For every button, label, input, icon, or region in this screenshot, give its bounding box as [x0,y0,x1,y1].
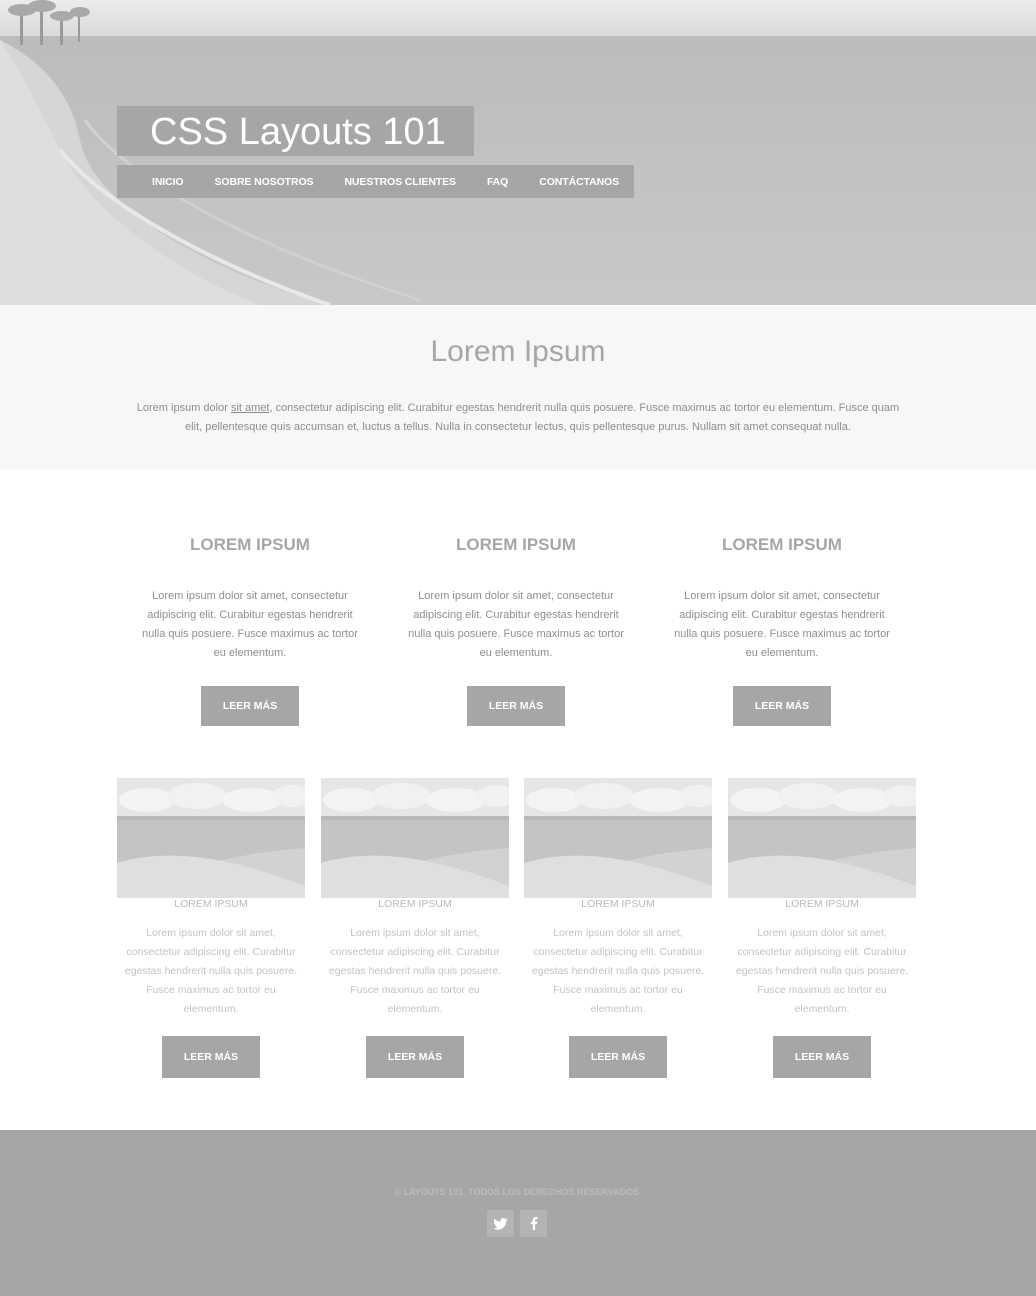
feature-text: Lorem ipsum dolor sit amet, consectetur … [142,590,358,659]
main-nav: INICIO SOBRE NOSOTROS NUESTROS CLIENTES … [117,165,634,198]
intro-text-start: Lorem ipsum dolor [136,402,231,414]
nav-item-nuestros-clientes[interactable]: NUESTROS CLIENTES [344,176,456,188]
site-logo[interactable]: CSS Layouts 101 [150,110,446,154]
leer-mas-button[interactable]: LEER MÁS [162,1036,260,1078]
card-text: Lorem ipsum dolor sit amet, consectetur … [735,927,909,1015]
card-text: Lorem ipsum dolor sit amet, consectetur … [124,927,298,1015]
hero-banner: CSS Layouts 101 INICIO SOBRE NOSOTROS NU… [0,0,1036,305]
feature-text: Lorem ipsum dolor sit amet, consectetur … [674,590,890,659]
twitter-icon [493,1217,508,1230]
feature-title: LOREM IPSUM [456,535,576,554]
leer-mas-button[interactable]: LEER MÁS [366,1036,464,1078]
logo-box: CSS Layouts 101 [117,106,474,156]
leer-mas-button[interactable]: LEER MÁS [733,686,831,726]
intro-paragraph: Lorem ipsum dolor sit amet, consectetur … [130,399,906,437]
leer-mas-button[interactable]: LEER MÁS [773,1036,871,1078]
card-2: LOREM IPSUM Lorem ipsum dolor sit amet, … [321,778,509,1078]
card-title: LOREM IPSUM [378,898,452,910]
beach-thumbnail-image [117,778,305,898]
leer-mas-button[interactable]: LEER MÁS [467,686,565,726]
beach-thumbnail-image [524,778,712,898]
card-text: Lorem ipsum dolor sit amet, consectetur … [328,927,502,1015]
feature-title: LOREM IPSUM [190,535,310,554]
card-3: LOREM IPSUM Lorem ipsum dolor sit amet, … [524,778,712,1078]
nav-item-sobre-nosotros[interactable]: SOBRE NOSOTROS [215,176,314,188]
intro-text-end: , consectetur adipiscing elit. Curabitur… [185,402,900,433]
intro-link[interactable]: sit amet [231,402,270,414]
footer: © LAYOUTS 101. TODOS LOS DERECHOS RESERV… [0,1130,1036,1296]
footer-copyright: © LAYOUTS 101. TODOS LOS DERECHOS RESERV… [394,1187,642,1197]
leer-mas-button[interactable]: LEER MÁS [569,1036,667,1078]
beach-thumbnail-image [321,778,509,898]
card-title: LOREM IPSUM [581,898,655,910]
feature-column-1: LOREM IPSUM Lorem ipsum dolor sit amet, … [140,535,360,726]
nav-item-contactanos[interactable]: CONTÁCTANOS [539,176,619,188]
feature-text: Lorem ipsum dolor sit amet, consectetur … [408,590,624,659]
nav-item-faq[interactable]: FAQ [487,176,508,188]
facebook-icon [530,1217,537,1230]
card-title: LOREM IPSUM [785,898,859,910]
feature-column-2: LOREM IPSUM Lorem ipsum dolor sit amet, … [406,535,626,726]
twitter-button[interactable] [487,1210,514,1237]
facebook-button[interactable] [520,1210,547,1237]
intro-section: Lorem Ipsum Lorem ipsum dolor sit amet, … [0,305,1036,469]
card-title: LOREM IPSUM [174,898,248,910]
card-text: Lorem ipsum dolor sit amet, consectetur … [531,927,705,1015]
leer-mas-button[interactable]: LEER MÁS [201,686,299,726]
card-4: LOREM IPSUM Lorem ipsum dolor sit amet, … [728,778,916,1078]
card-1: LOREM IPSUM Lorem ipsum dolor sit amet, … [117,778,305,1078]
beach-thumbnail-image [728,778,916,898]
intro-title: Lorem Ipsum [430,335,606,368]
nav-item-inicio[interactable]: INICIO [152,176,184,188]
feature-column-3: LOREM IPSUM Lorem ipsum dolor sit amet, … [672,535,892,726]
feature-title: LOREM IPSUM [722,535,842,554]
